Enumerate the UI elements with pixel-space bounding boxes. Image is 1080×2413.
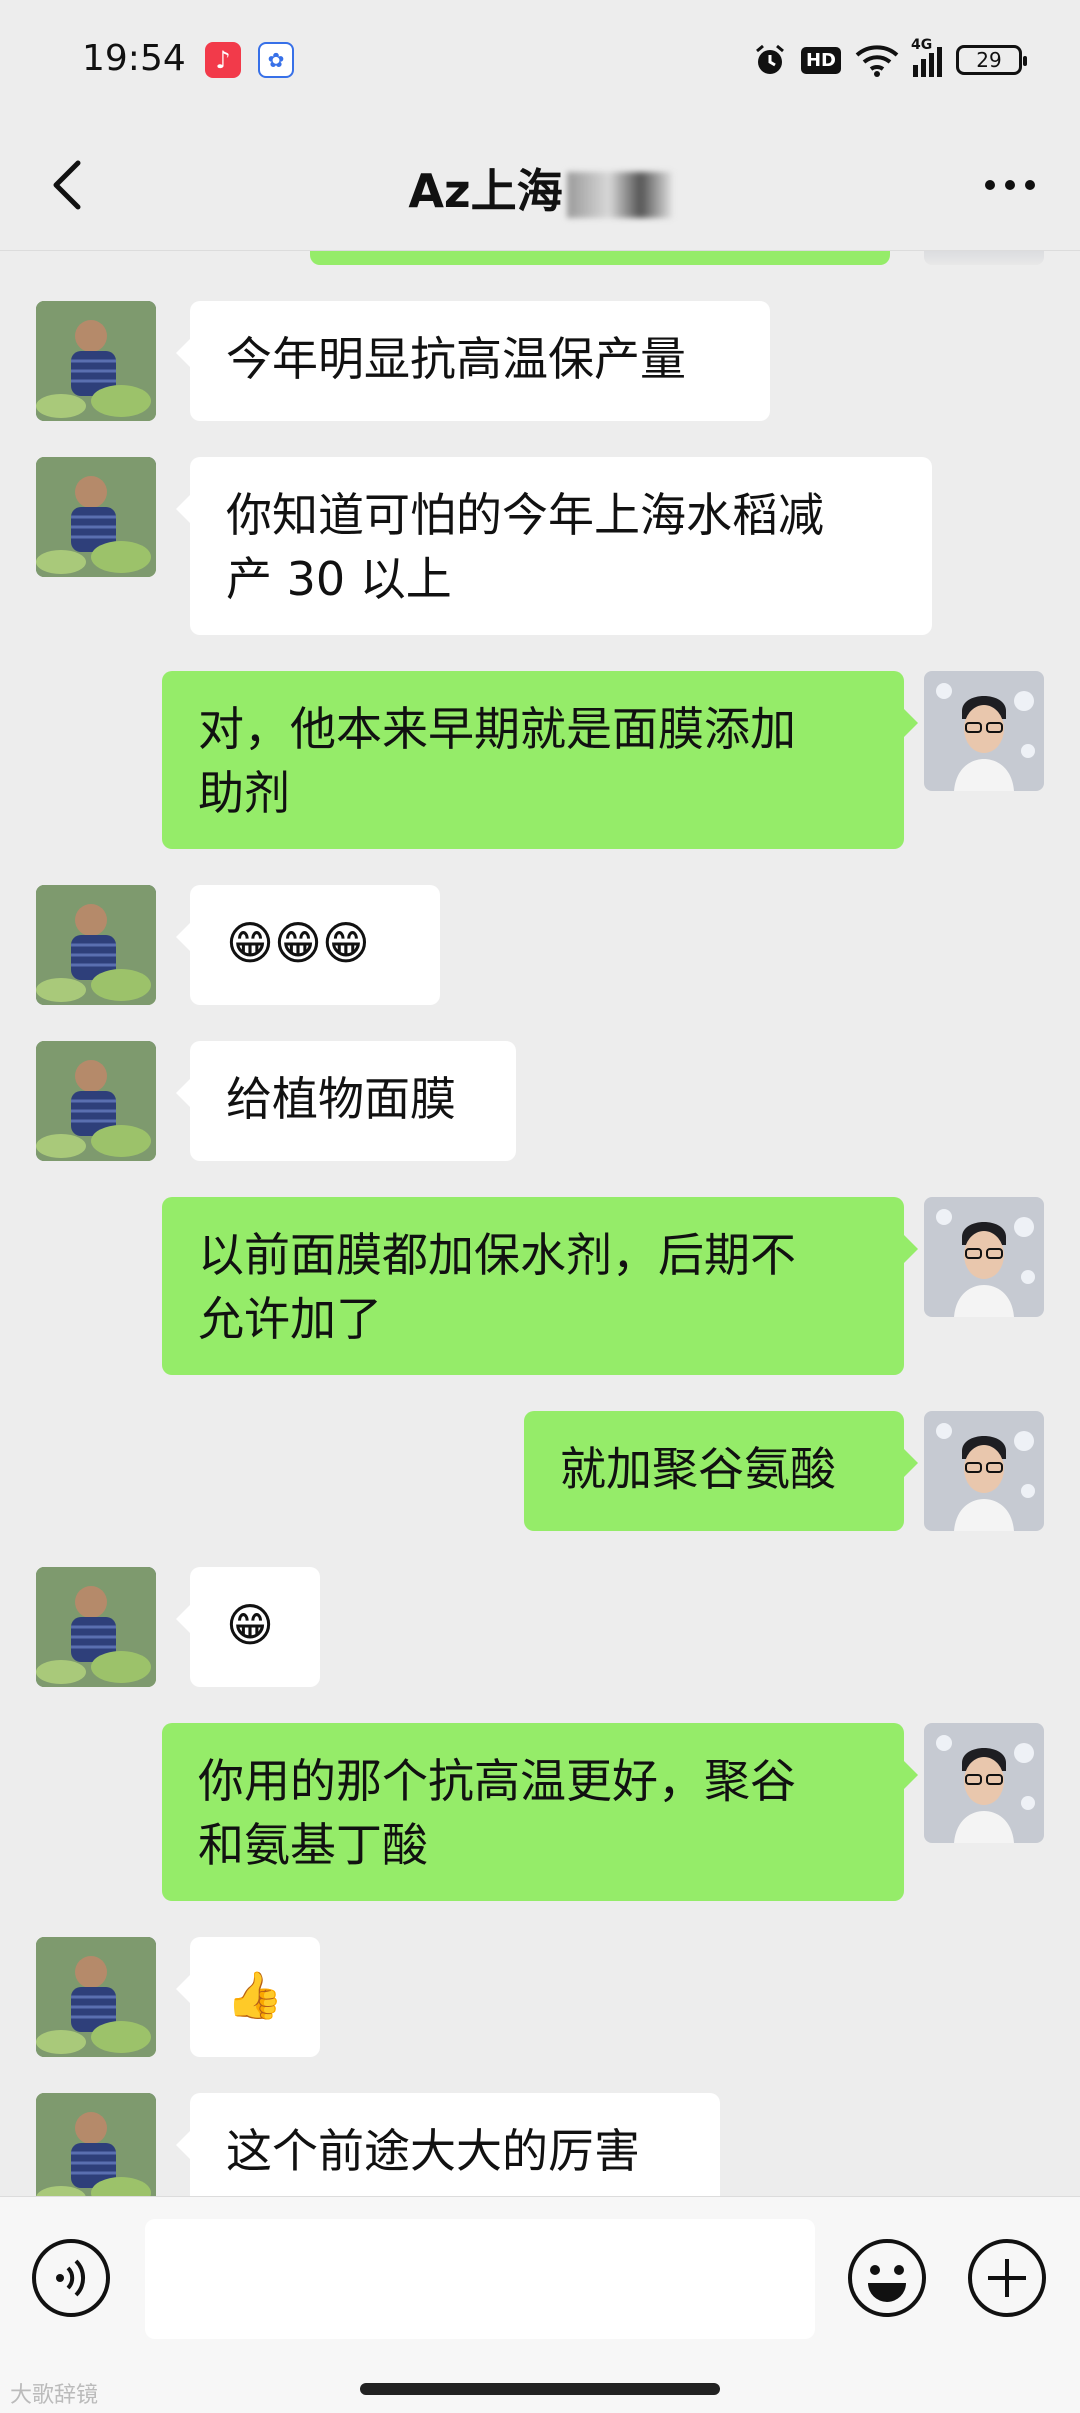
avatar-contact[interactable] [36, 1041, 156, 1161]
message-bubble-partial [310, 251, 890, 265]
wifi-icon [855, 45, 899, 77]
message-bubble[interactable]: 你用的那个抗高温更好，聚谷 和氨基丁酸 [162, 1723, 918, 1901]
message-bubble[interactable]: 👍 [176, 1937, 320, 2057]
message-row: 😁😁😁 [0, 885, 1080, 1005]
plus-icon[interactable] [966, 2237, 1048, 2319]
self-photo [924, 1723, 1044, 1843]
signal-type: 4G [911, 37, 933, 53]
emoji-icon[interactable] [846, 2237, 928, 2319]
message-input[interactable] [145, 2219, 815, 2339]
battery-level: 29 [976, 48, 1002, 72]
message-row: 对，他本来早期就是面膜添加 助剂 [0, 671, 1080, 849]
avatar-self-partial [924, 251, 1044, 265]
avatar-contact[interactable] [36, 2093, 156, 2196]
avatar-contact[interactable] [36, 457, 156, 577]
message-bubble[interactable]: 就加聚谷氨酸 [524, 1411, 918, 1531]
message-bubble[interactable]: 以前面膜都加保水剂，后期不 允许加了 [162, 1197, 918, 1375]
signal-icon: 4G [911, 37, 942, 77]
self-photo [924, 1411, 1044, 1531]
contact-photo [36, 885, 156, 1005]
message-bubble[interactable]: 今年明显抗高温保产量 [176, 301, 770, 421]
self-photo [924, 1197, 1044, 1317]
contact-photo [36, 1567, 156, 1687]
baidu-app-icon: ✿ [258, 42, 294, 78]
message-list[interactable]: 今年明显抗高温保产量你知道可怕的今年上海水稻减 产 30 以上对，他本来早期就是… [0, 251, 1080, 2196]
self-photo [924, 671, 1044, 791]
message-row: 你知道可怕的今年上海水稻减 产 30 以上 [0, 457, 1080, 635]
message-row: 给植物面膜 [0, 1041, 1080, 1161]
contact-photo [36, 457, 156, 577]
home-indicator[interactable] [360, 2383, 720, 2395]
voice-icon[interactable] [30, 2237, 112, 2319]
message-bubble[interactable]: 给植物面膜 [176, 1041, 516, 1161]
avatar-contact[interactable] [36, 1937, 156, 2057]
message-bubble[interactable]: 😁😁😁 [176, 885, 440, 1005]
message-row: 以前面膜都加保水剂，后期不 允许加了 [0, 1197, 1080, 1375]
contact-photo [36, 2093, 156, 2196]
avatar-self[interactable] [924, 1197, 1044, 1317]
status-time: 19:54 [82, 38, 186, 79]
message-bubble[interactable]: 你知道可怕的今年上海水稻减 产 30 以上 [176, 457, 932, 635]
contact-photo [36, 1937, 156, 2057]
battery-icon: 29 [956, 45, 1027, 75]
hd-icon: HD [800, 46, 841, 74]
more-dots-icon[interactable] [980, 165, 1040, 205]
chat-title: Az上海 [0, 155, 1080, 221]
message-bubble[interactable]: 😁 [176, 1567, 320, 1687]
blurred-name [566, 171, 672, 218]
avatar-contact[interactable] [36, 885, 156, 1005]
message-row: 😁 [0, 1567, 1080, 1687]
avatar-self[interactable] [924, 671, 1044, 791]
message-bubble[interactable]: 这个前途大大的厉害 [176, 2093, 720, 2196]
contact-photo [36, 301, 156, 421]
contact-photo [36, 1041, 156, 1161]
message-row: 就加聚谷氨酸 [0, 1411, 1080, 1531]
message-bubble[interactable]: 对，他本来早期就是面膜添加 助剂 [162, 671, 918, 849]
status-bar: 19:54 ♪ ✿ HD 4G 29 [0, 0, 1080, 125]
avatar-contact[interactable] [36, 1567, 156, 1687]
chat-header: Az上海 [0, 125, 1080, 251]
alarm-icon [756, 44, 784, 74]
message-row: 你用的那个抗高温更好，聚谷 和氨基丁酸 [0, 1723, 1080, 1901]
avatar-self[interactable] [924, 1723, 1044, 1843]
message-row: 👍 [0, 1937, 1080, 2057]
watermark: 大歌辞镜 [10, 2383, 99, 2408]
avatar-contact[interactable] [36, 301, 156, 421]
system-icons: HD 4G 29 [753, 37, 1027, 82]
chat-title-text: Az上海 [408, 164, 563, 218]
message-row: 今年明显抗高温保产量 [0, 301, 1080, 421]
input-bar: 大歌辞镜 [0, 2196, 1080, 2413]
message-row: 这个前途大大的厉害 [0, 2093, 1080, 2196]
music-app-icon: ♪ [205, 42, 241, 78]
avatar-self[interactable] [924, 1411, 1044, 1531]
